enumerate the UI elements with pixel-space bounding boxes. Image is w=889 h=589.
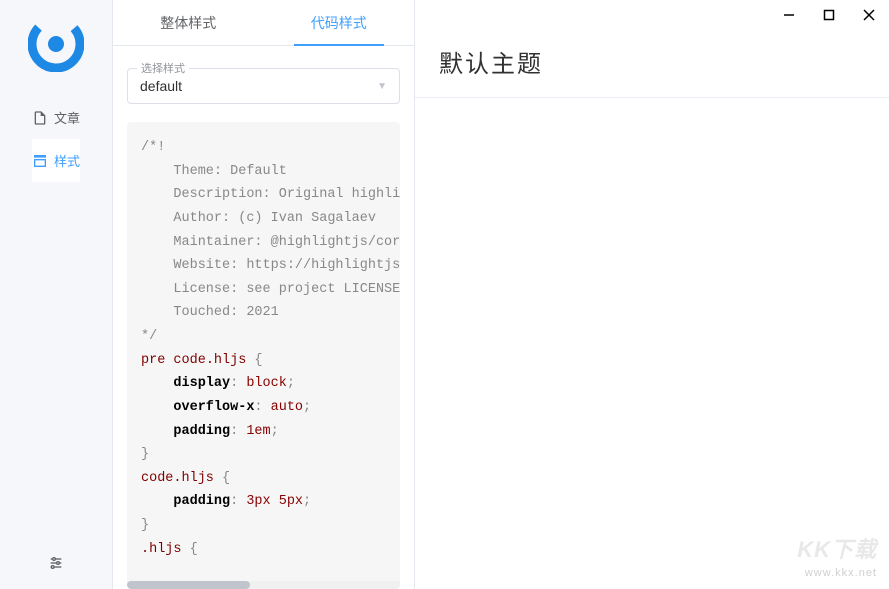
select-label: 选择样式 [137,60,189,76]
sidebar: 文章样式 [0,0,113,589]
style-select-wrapper: 选择样式 default ▼ [127,68,400,104]
code-line: padding: 1em; [141,420,400,444]
code-line: pre code.hljs { [141,349,400,373]
code-line: Theme: Default [141,160,400,184]
code-line: /*! [141,136,400,160]
nav-label: 文章 [54,108,80,127]
select-value: default [140,78,182,94]
code-line: Maintainer: @highlightjs/cor [141,231,400,255]
settings-button[interactable] [0,537,112,589]
code-line: License: see project LICENSE [141,278,400,302]
horizontal-scrollbar[interactable] [127,581,400,589]
caret-down-icon: ▼ [377,81,387,92]
code-line: .hljs { [141,538,400,562]
code-line: */ [141,325,400,349]
nav-label: 样式 [54,151,80,170]
tabs: 整体样式代码样式 [113,0,414,46]
code-line: padding: 3px 5px; [141,490,400,514]
middle-panel: 整体样式代码样式 选择样式 default ▼ /*! Theme: Defau… [113,0,415,589]
close-button[interactable] [849,0,889,30]
minimize-button[interactable] [769,0,809,30]
code-line: Touched: 2021 [141,301,400,325]
watermark-big: KK下载 [797,535,877,566]
code-preview: /*! Theme: Default Description: Original… [127,122,400,589]
nav-item-articles[interactable]: 文章 [32,96,80,139]
scrollbar-thumb[interactable] [127,581,250,589]
titlebar [415,0,889,30]
style-icon [32,153,48,169]
watermark-small: www.kkx.net [797,566,877,581]
sliders-icon [48,555,64,571]
tab-1[interactable]: 代码样式 [264,0,415,45]
code-line: Website: https://highlightjs [141,254,400,278]
code-line: overflow-x: auto; [141,396,400,420]
maximize-button[interactable] [809,0,849,30]
code-line: Author: (c) Ivan Sagalaev Maintainer: @h… [141,207,400,561]
code-line: Description: Original highli [141,183,400,207]
document-icon [32,110,48,126]
code-line: code.hljs { [141,467,400,491]
code-line: } [141,443,400,467]
main-panel: 默认主题 KK下载 www.kkx.net [415,0,889,589]
page-title: 默认主题 [415,30,889,98]
tab-0[interactable]: 整体样式 [113,0,264,45]
code-line: } [141,514,400,538]
code-line: display: block; [141,372,400,396]
nav-item-styles[interactable]: 样式 [32,139,80,182]
watermark: KK下载 www.kkx.net [797,535,877,581]
app-logo [28,16,84,72]
